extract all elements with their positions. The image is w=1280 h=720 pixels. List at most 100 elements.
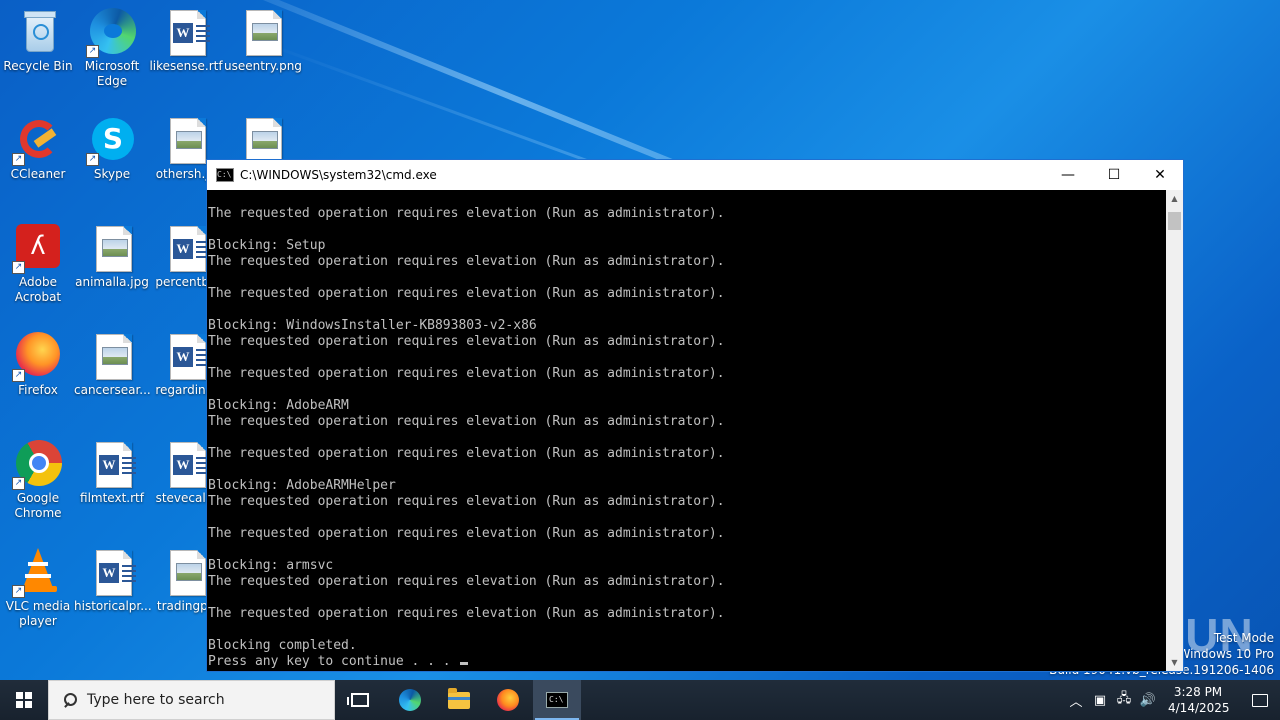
scroll-up-arrow-icon[interactable]: ▲	[1166, 190, 1183, 207]
windows-logo-icon	[16, 692, 32, 708]
minimize-button[interactable]: —	[1045, 160, 1091, 190]
desktop-icon-label: animalla.jpg	[75, 275, 149, 289]
console-line: Blocking completed.	[208, 638, 357, 653]
shortcut-arrow-icon: ↗	[12, 585, 25, 598]
recycle-bin-icon	[14, 8, 62, 56]
shortcut-arrow-icon: ↗	[12, 153, 25, 166]
desktop-icon-animalla-jpg[interactable]: animalla.jpg	[74, 224, 150, 290]
word-document-icon: W	[162, 332, 210, 380]
desktop-icon-label: likesense.rtf	[149, 59, 223, 73]
taskbar-edge-button[interactable]	[386, 680, 434, 720]
window-titlebar[interactable]: C:\ C:\WINDOWS\system32\cmd.exe — ☐ ✕	[207, 160, 1183, 190]
chevron-up-icon[interactable]: ︿	[1064, 691, 1088, 710]
console-line: The requested operation requires elevati…	[208, 286, 725, 301]
desktop-icon-vlc[interactable]: ↗ VLC media player	[0, 548, 76, 629]
desktop-icon-adobe-acrobat[interactable]: ʎ ↗ Adobe Acrobat	[0, 224, 76, 305]
scroll-down-arrow-icon[interactable]: ▼	[1166, 654, 1183, 671]
word-document-icon: W	[162, 224, 210, 272]
firefox-icon: ↗	[12, 332, 62, 382]
console-scrollbar[interactable]: ▲ ▼	[1166, 190, 1183, 671]
console-line: Press any key to continue . . .	[207, 654, 1167, 670]
desktop-icon-google-chrome[interactable]: ↗ Google Chrome	[0, 440, 76, 521]
meet-now-icon[interactable]: ▣	[1088, 693, 1112, 708]
task-view-button[interactable]	[336, 680, 384, 720]
image-file-icon	[88, 224, 136, 272]
desktop-icon-filmtext-rtf[interactable]: W filmtext.rtf	[74, 440, 150, 506]
image-file-icon	[238, 116, 286, 164]
console-line: The requested operation requires elevati…	[208, 206, 725, 221]
image-file-icon	[238, 8, 286, 56]
image-file-icon	[162, 548, 210, 596]
cmd-window[interactable]: C:\ C:\WINDOWS\system32\cmd.exe — ☐ ✕ Th…	[206, 159, 1184, 672]
clock[interactable]: 3:28 PM 4/14/2025	[1168, 684, 1230, 716]
desktop-icon-recycle-bin[interactable]: Recycle Bin	[0, 8, 76, 74]
ccleaner-icon: ↗	[12, 116, 62, 166]
desktop-icon-likesense-rtf[interactable]: W likesense.rtf	[148, 8, 224, 74]
vlc-cone-icon: ↗	[12, 548, 62, 598]
desktop-icon-label: useentry.png	[224, 59, 302, 73]
console-line: The requested operation requires elevati…	[208, 574, 725, 589]
taskbar: Type here to search C:\ ︿ ▣ 🖧 🔊 3:28 PM …	[0, 680, 1280, 720]
taskbar-file-explorer-button[interactable]	[435, 680, 483, 720]
shortcut-arrow-icon: ↗	[12, 477, 25, 490]
console-line: Blocking: WindowsInstaller-KB893803-v2-x…	[208, 318, 537, 333]
console-line: The requested operation requires elevati…	[208, 334, 725, 349]
shortcut-arrow-icon: ↗	[86, 45, 99, 58]
console-line: Blocking: AdobeARM	[208, 398, 349, 413]
scrollbar-thumb[interactable]	[1168, 212, 1181, 230]
desktop-icon-cancersear[interactable]: cancersear...	[74, 332, 151, 398]
taskbar-cmd-button[interactable]: C:\	[533, 680, 581, 720]
console-line: The requested operation requires elevati…	[208, 414, 725, 429]
clock-date: 4/14/2025	[1168, 701, 1230, 715]
clock-time: 3:28 PM	[1173, 685, 1223, 699]
volume-icon[interactable]: 🔊	[1136, 693, 1160, 708]
console-line: Blocking: armsvc	[208, 558, 334, 573]
console-line: The requested operation requires elevati…	[208, 606, 725, 621]
desktop-icon-historicalpr[interactable]: W historicalpr...	[74, 548, 152, 614]
start-button[interactable]	[0, 680, 48, 720]
notification-icon	[1252, 693, 1268, 707]
desktop-icon-useentry-png[interactable]: useentry.png	[224, 8, 302, 74]
console-line: The requested operation requires elevati…	[208, 494, 725, 509]
desktop-icon-label: Adobe Acrobat	[14, 275, 62, 304]
search-placeholder: Type here to search	[87, 692, 225, 708]
close-button[interactable]: ✕	[1137, 160, 1183, 190]
edge-icon	[399, 689, 421, 711]
console-output[interactable]: The requested operation requires elevati…	[207, 190, 1167, 672]
notifications-button[interactable]	[1240, 680, 1280, 720]
window-title: C:\WINDOWS\system32\cmd.exe	[240, 168, 437, 182]
console-line: The requested operation requires elevati…	[208, 446, 725, 461]
desktop-icon-firefox[interactable]: ↗ Firefox	[0, 332, 76, 398]
firefox-icon	[497, 689, 519, 711]
taskbar-firefox-button[interactable]	[484, 680, 532, 720]
shortcut-arrow-icon: ↗	[12, 369, 25, 382]
word-document-icon: W	[88, 440, 136, 488]
desktop-icon-microsoft-edge[interactable]: ↗ Microsoft Edge	[74, 8, 150, 89]
edge-icon: ↗	[86, 8, 136, 58]
desktop-icon-skype[interactable]: S ↗ Skype	[74, 116, 150, 182]
cmd-icon: C:\	[546, 692, 568, 708]
desktop-icon-label: Google Chrome	[14, 491, 62, 520]
desktop-icon-label: Microsoft Edge	[84, 59, 140, 88]
image-file-icon	[162, 116, 210, 164]
maximize-button[interactable]: ☐	[1091, 160, 1137, 190]
desktop-icon-label: VLC media player	[5, 599, 71, 628]
desktop-icon-ccleaner[interactable]: ↗ CCleaner	[0, 116, 76, 182]
desktop-icon-label: Recycle Bin	[3, 59, 73, 73]
desktop-icon-label: CCleaner	[10, 167, 66, 181]
task-view-icon	[347, 693, 369, 707]
desktop-icon-label: Skype	[93, 167, 131, 181]
image-file-icon	[88, 332, 136, 380]
console-line: The requested operation requires elevati…	[208, 366, 725, 381]
network-icon[interactable]: 🖧	[1112, 689, 1136, 711]
word-document-icon: W	[88, 548, 136, 596]
shortcut-arrow-icon: ↗	[12, 261, 25, 274]
shortcut-arrow-icon: ↗	[86, 153, 99, 166]
taskbar-search-box[interactable]: Type here to search	[48, 680, 335, 720]
